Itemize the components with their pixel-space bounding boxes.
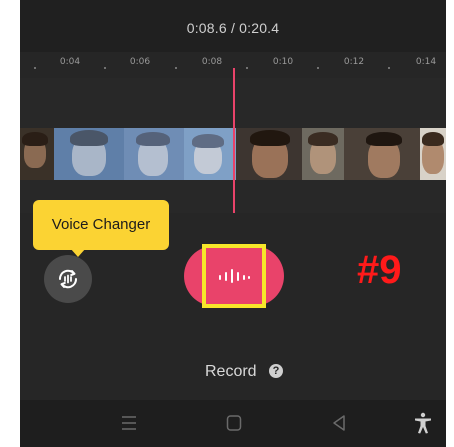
help-icon[interactable]: ?: [269, 364, 283, 378]
video-frame: [20, 128, 54, 180]
home-icon[interactable]: [226, 414, 242, 432]
ruler-dot: [104, 67, 106, 69]
video-frame: [420, 128, 446, 180]
ruler-tick-label: 0:06: [129, 57, 151, 67]
video-frame: [184, 128, 236, 180]
video-frame: [302, 128, 344, 180]
voice-changer-icon: [58, 269, 78, 289]
video-frame: [236, 128, 302, 180]
back-icon[interactable]: [331, 414, 347, 432]
ruler-tick-label: 0:12: [343, 57, 365, 67]
ruler-dot: [317, 67, 319, 69]
top-bar: 0:08.6 / 0:20.4: [20, 0, 446, 52]
ruler-dot: [175, 67, 177, 69]
ruler-dot: [34, 67, 36, 69]
system-nav-bar: [20, 400, 446, 447]
ruler-tick-label: 0:14: [415, 57, 437, 67]
voice-changer-tooltip: Voice Changer: [33, 200, 169, 250]
accessibility-icon[interactable]: [414, 412, 432, 434]
ruler-tick-label: 0:08: [201, 57, 223, 67]
video-frame: [124, 128, 184, 180]
record-label: Record: [205, 363, 257, 380]
ruler-tick-label: 0:04: [59, 57, 81, 67]
highlight-box: [202, 244, 266, 308]
video-frame: [54, 128, 124, 180]
tooltip-text: Voice Changer: [51, 216, 151, 233]
voice-changer-button[interactable]: [44, 255, 92, 303]
menu-icon[interactable]: [121, 414, 137, 432]
step-label: #9: [357, 248, 402, 292]
ruler-dot: [388, 67, 390, 69]
ruler-tick-label: 0:10: [272, 57, 294, 67]
ruler-dot: [246, 67, 248, 69]
video-frame: [344, 128, 420, 180]
app-screen: 0:08.6 / 0:20.4 0:04 0:06 0:08 0:10 0:12…: [20, 0, 446, 447]
time-readout: 0:08.6 / 0:20.4: [186, 20, 280, 36]
playhead[interactable]: [233, 68, 235, 213]
